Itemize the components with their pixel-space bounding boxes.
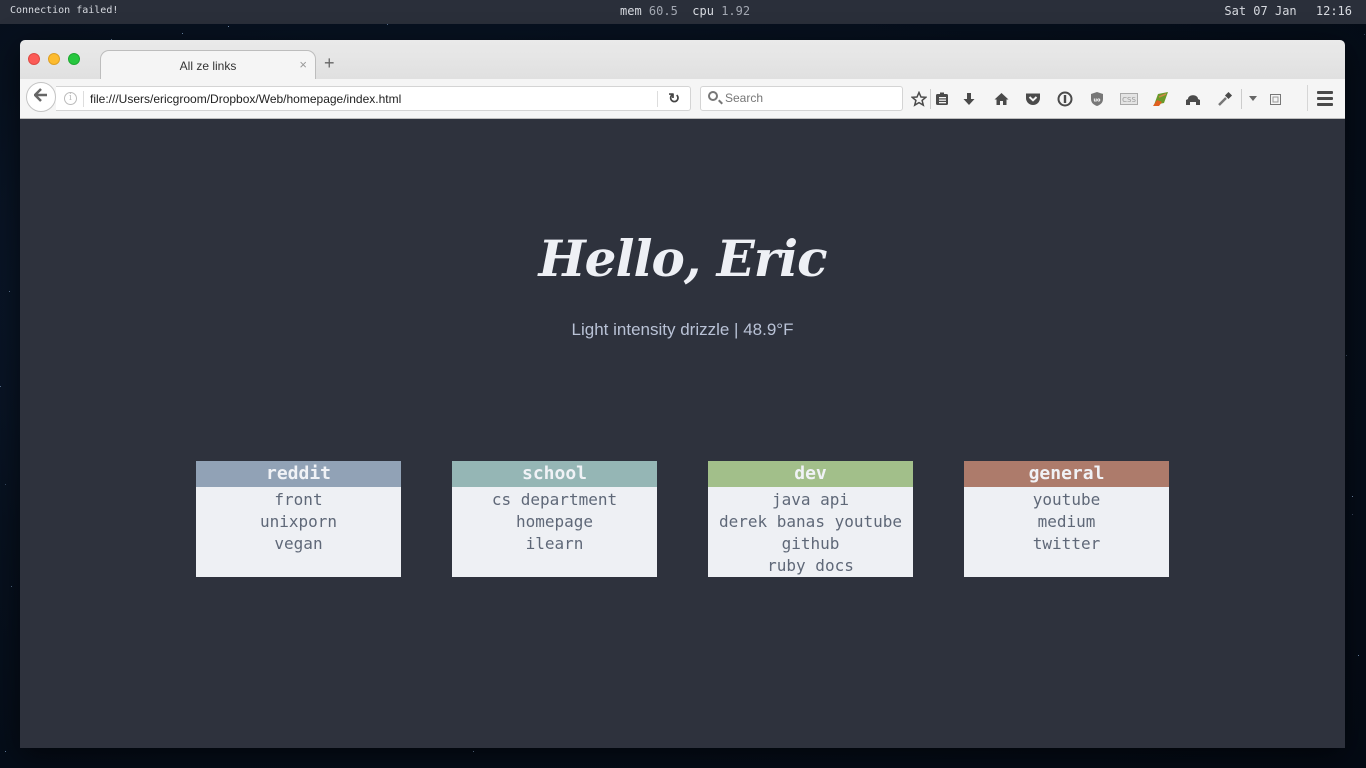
reload-divider bbox=[657, 91, 658, 107]
extension-icon[interactable] bbox=[1264, 88, 1286, 110]
search-input[interactable] bbox=[725, 91, 895, 105]
menu-line bbox=[1316, 96, 1333, 100]
link-cs-department[interactable]: cs department bbox=[492, 490, 617, 509]
reading-list-icon[interactable] bbox=[931, 88, 953, 110]
toolbar-icons: uo CSS bbox=[908, 88, 1286, 110]
link-java-api[interactable]: java api bbox=[772, 490, 849, 509]
tab-all-ze-links[interactable]: All ze links × bbox=[100, 50, 316, 79]
url-text[interactable]: file:///Users/ericgroom/Dropbox/Web/home… bbox=[90, 92, 401, 106]
reload-icon[interactable]: ↻ bbox=[668, 90, 680, 107]
cpu-label: cpu bbox=[692, 4, 714, 18]
svg-text:uo: uo bbox=[1094, 98, 1102, 104]
list-item: medium bbox=[964, 511, 1169, 533]
list-item: twitter bbox=[964, 533, 1169, 555]
new-tab-button[interactable]: + bbox=[324, 54, 335, 72]
card-header: school bbox=[452, 461, 657, 487]
tab-close-icon[interactable]: × bbox=[299, 57, 307, 72]
link-list: java api derek banas youtube github ruby do… bbox=[708, 487, 913, 577]
link-card-school: school cs department homepage ilearn bbox=[452, 461, 657, 577]
menu-line bbox=[1316, 90, 1333, 94]
time: 12:16 bbox=[1315, 4, 1352, 18]
search-bar[interactable] bbox=[700, 86, 903, 111]
weather-status: Light intensity drizzle | 48.9°F bbox=[571, 320, 794, 339]
card-header: reddit bbox=[196, 461, 401, 487]
link-twitter[interactable]: twitter bbox=[1033, 534, 1100, 553]
list-item: github bbox=[708, 533, 913, 555]
mem-value: 60.5 bbox=[648, 4, 678, 18]
mem-label: mem bbox=[620, 4, 642, 18]
system-stats: mem 60.5 cpu 1.92 bbox=[620, 4, 750, 18]
list-item: front bbox=[196, 489, 401, 511]
download-icon[interactable] bbox=[953, 88, 985, 110]
menu-line bbox=[1316, 102, 1333, 106]
back-button[interactable] bbox=[26, 82, 56, 112]
link-card-dev: dev java api derek banas youtube github ruby… bbox=[708, 461, 913, 577]
bookmark-star-icon[interactable] bbox=[908, 88, 930, 110]
cpu-value: 1.92 bbox=[721, 4, 751, 18]
ublock-origin-icon[interactable]: uo bbox=[1081, 88, 1113, 110]
link-ruby-docs[interactable]: ruby docs bbox=[767, 556, 854, 575]
title-bar: All ze links × + bbox=[20, 40, 1345, 79]
link-homepage[interactable]: homepage bbox=[516, 512, 593, 531]
list-item: ruby docs bbox=[708, 555, 913, 577]
list-item: ilearn bbox=[452, 533, 657, 555]
list-item: homepage bbox=[452, 511, 657, 533]
url-bar[interactable]: i file:///Users/ericgroom/Dropbox/Web/ho… bbox=[56, 86, 691, 111]
window-maximize-button[interactable] bbox=[68, 53, 80, 65]
window-minimize-button[interactable] bbox=[48, 53, 60, 65]
list-item: java api bbox=[708, 489, 913, 511]
firebug-icon[interactable] bbox=[1145, 88, 1177, 110]
card-header: general bbox=[964, 461, 1169, 487]
link-derek-banas-youtube[interactable]: derek banas youtube bbox=[719, 512, 902, 531]
1password-icon[interactable] bbox=[1049, 88, 1081, 110]
pocket-icon[interactable] bbox=[1017, 88, 1049, 110]
privacy-mask-icon[interactable] bbox=[1177, 88, 1209, 110]
link-vegan[interactable]: vegan bbox=[274, 534, 322, 553]
list-item: unixporn bbox=[196, 511, 401, 533]
browser-window: All ze links × + i file:///Users/ericgro… bbox=[20, 40, 1345, 748]
navigation-toolbar: i file:///Users/ericgroom/Dropbox/Web/ho… bbox=[20, 79, 1345, 119]
link-medium[interactable]: medium bbox=[1038, 512, 1096, 531]
link-ilearn[interactable]: ilearn bbox=[526, 534, 584, 553]
eyedropper-icon[interactable] bbox=[1209, 88, 1241, 110]
list-item: derek banas youtube bbox=[708, 511, 913, 533]
overflow-dropdown-icon[interactable] bbox=[1242, 88, 1264, 110]
svg-text:CSS: CSS bbox=[1122, 96, 1136, 104]
list-item: vegan bbox=[196, 533, 401, 555]
link-card-general: general youtube medium twitter bbox=[964, 461, 1169, 577]
back-arrow-icon bbox=[33, 87, 48, 107]
link-youtube[interactable]: youtube bbox=[1033, 490, 1100, 509]
list-item: youtube bbox=[964, 489, 1169, 511]
hamburger-menu-button[interactable] bbox=[1307, 85, 1341, 111]
search-icon bbox=[708, 91, 718, 101]
link-unixporn[interactable]: unixporn bbox=[260, 512, 337, 531]
link-card-reddit: reddit front unixporn vegan bbox=[196, 461, 401, 577]
tab-title: All ze links bbox=[179, 59, 237, 73]
date: Sat 07 Jan bbox=[1224, 4, 1297, 18]
link-front[interactable]: front bbox=[274, 490, 322, 509]
link-list: front unixporn vegan bbox=[196, 487, 401, 555]
homepage-content: Hello, Eric Light intensity drizzle | 48… bbox=[20, 119, 1345, 748]
card-header: dev bbox=[708, 461, 913, 487]
link-categories: reddit front unixporn vegan school cs departm… bbox=[196, 461, 1169, 577]
url-divider bbox=[83, 91, 84, 107]
greeting-heading: Hello, Eric bbox=[538, 229, 827, 288]
list-item: cs department bbox=[452, 489, 657, 511]
link-list: cs department homepage ilearn bbox=[452, 487, 657, 555]
css-viewer-icon[interactable]: CSS bbox=[1113, 88, 1145, 110]
window-close-button[interactable] bbox=[28, 53, 40, 65]
site-info-icon[interactable]: i bbox=[64, 92, 77, 105]
system-status-bar: Connection failed! mem 60.5 cpu 1.92 Sat… bbox=[0, 0, 1366, 24]
clock: Sat 07 Jan 12:16 bbox=[1224, 4, 1352, 18]
link-list: youtube medium twitter bbox=[964, 487, 1169, 555]
connection-status: Connection failed! bbox=[10, 5, 119, 16]
home-icon[interactable] bbox=[985, 88, 1017, 110]
link-github[interactable]: github bbox=[782, 534, 840, 553]
